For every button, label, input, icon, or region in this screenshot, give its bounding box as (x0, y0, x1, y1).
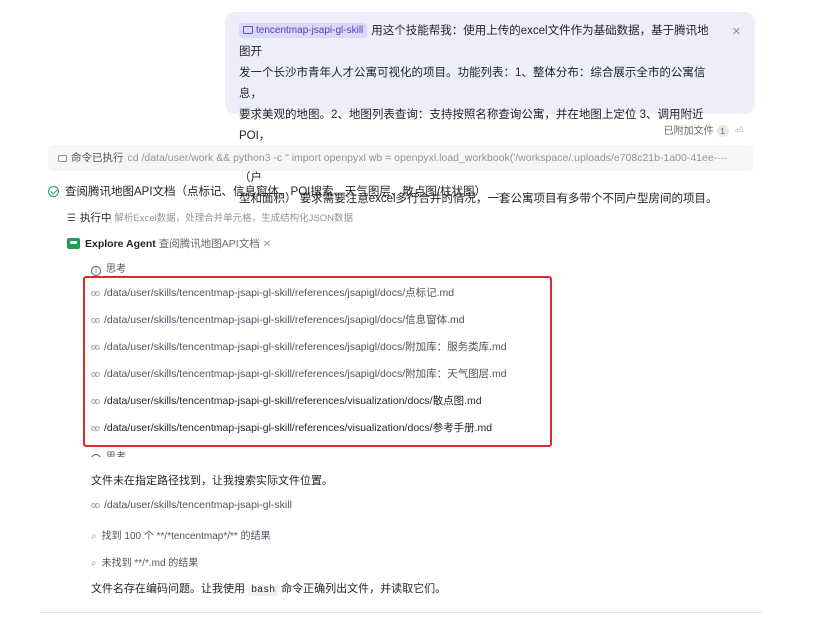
think-row[interactable]: i 思考 (91, 448, 126, 457)
skill-chip-label: tencentmap-jsapi-gl-skill (256, 25, 364, 36)
divider (40, 612, 762, 613)
attached-files[interactable]: 已附加文件 1 ⏎ (664, 122, 743, 137)
list-icon: ☰ (67, 213, 76, 224)
search-result-row[interactable]: ⌕ 找到 100 个 **/*tencentmap*/** 的结果 (91, 527, 271, 542)
running-label: 执行中 (79, 212, 112, 224)
file-path: /data/user/skills/tencentmap-jsapi-gl-sk… (104, 499, 292, 511)
final-text-pre: 文件名存在编码问题。让我使用 (91, 583, 245, 595)
agent-name: Explore Agent (85, 238, 156, 250)
search-icon: ⌕ (91, 531, 97, 542)
book-icon (243, 26, 253, 34)
info-icon: i (91, 454, 101, 457)
task-title: 查阅腾讯地图API文档（点标记、信息窗体、POI搜索、天气图层、散点图/柱状图） (65, 186, 487, 198)
running-status: ☰ 执行中 解析Excel数据，处理合并单元格，生成结构化JSON数据 (67, 210, 353, 225)
agent-icon (67, 238, 80, 249)
file-path-row[interactable]: oo/data/user/skills/tencentmap-jsapi-gl-… (91, 499, 292, 511)
glasses-icon: oo (91, 500, 100, 510)
running-desc: 解析Excel数据，处理合并单元格，生成结构化JSON数据 (114, 213, 353, 224)
explore-agent-header[interactable]: Explore Agent 查阅腾讯地图API文档 ✕ (67, 236, 271, 251)
skill-chip[interactable]: tencentmap-jsapi-gl-skill (239, 23, 368, 38)
highlight-box (83, 276, 552, 447)
search-result-text: 未找到 **/*.md 的结果 (101, 558, 199, 569)
not-found-text: 文件未在指定路径找到，让我搜索实际文件位置。 (91, 475, 333, 487)
close-icon[interactable]: ✕ (263, 239, 271, 250)
command-executed-bar[interactable]: 命令已执行 cd /data/user/work && python3 -c " … (48, 145, 753, 171)
search-icon: ⌕ (91, 558, 97, 569)
search-result-row[interactable]: ⌕ 未找到 **/*.md 的结果 (91, 554, 198, 569)
user-message-bubble: tencentmap-jsapi-gl-skill 用这个技能帮我：使用上传的ex… (225, 12, 755, 205)
check-circle-icon (48, 186, 59, 197)
task-header[interactable]: 查阅腾讯地图API文档（点标记、信息窗体、POI搜索、天气图层、散点图/柱状图）… (48, 183, 502, 199)
agent-desc: 查阅腾讯地图API文档 (158, 238, 260, 250)
command-label: 命令已执行 (71, 152, 124, 164)
think-label: 思考 (106, 452, 126, 457)
search-result-text: 找到 100 个 **/*tencentmap*/** 的结果 (101, 531, 271, 542)
terminal-icon (58, 155, 67, 162)
bash-code: bash (248, 585, 279, 596)
think-label: 思考 (106, 264, 126, 275)
attached-count-badge: 1 (716, 125, 729, 137)
return-icon: ⏎ (734, 126, 743, 137)
collapse-icon[interactable]: ✕ (732, 22, 741, 43)
chevron-down-icon[interactable]: ⌄ (494, 187, 502, 197)
message-line-2: 发一个长沙市青年人才公寓可视化的项目。功能列表：1、整体分布：综合展示全市的公寓… (239, 67, 706, 100)
think-row[interactable]: i 思考 (91, 260, 126, 276)
info-icon: i (91, 266, 101, 276)
message-line-3: 要求美观的地图。2、地图列表查询：支持按照名称查询公寓，并在地图上定位 3、调用… (239, 109, 704, 142)
attached-files-label: 已附加文件 (663, 126, 714, 137)
command-text: cd /data/user/work && python3 -c " impor… (127, 152, 728, 164)
final-text-post: 命令正确列出文件，并读取它们。 (281, 583, 447, 595)
final-text: 文件名存在编码问题。让我使用 bash 命令正确列出文件，并读取它们。 (91, 580, 446, 596)
